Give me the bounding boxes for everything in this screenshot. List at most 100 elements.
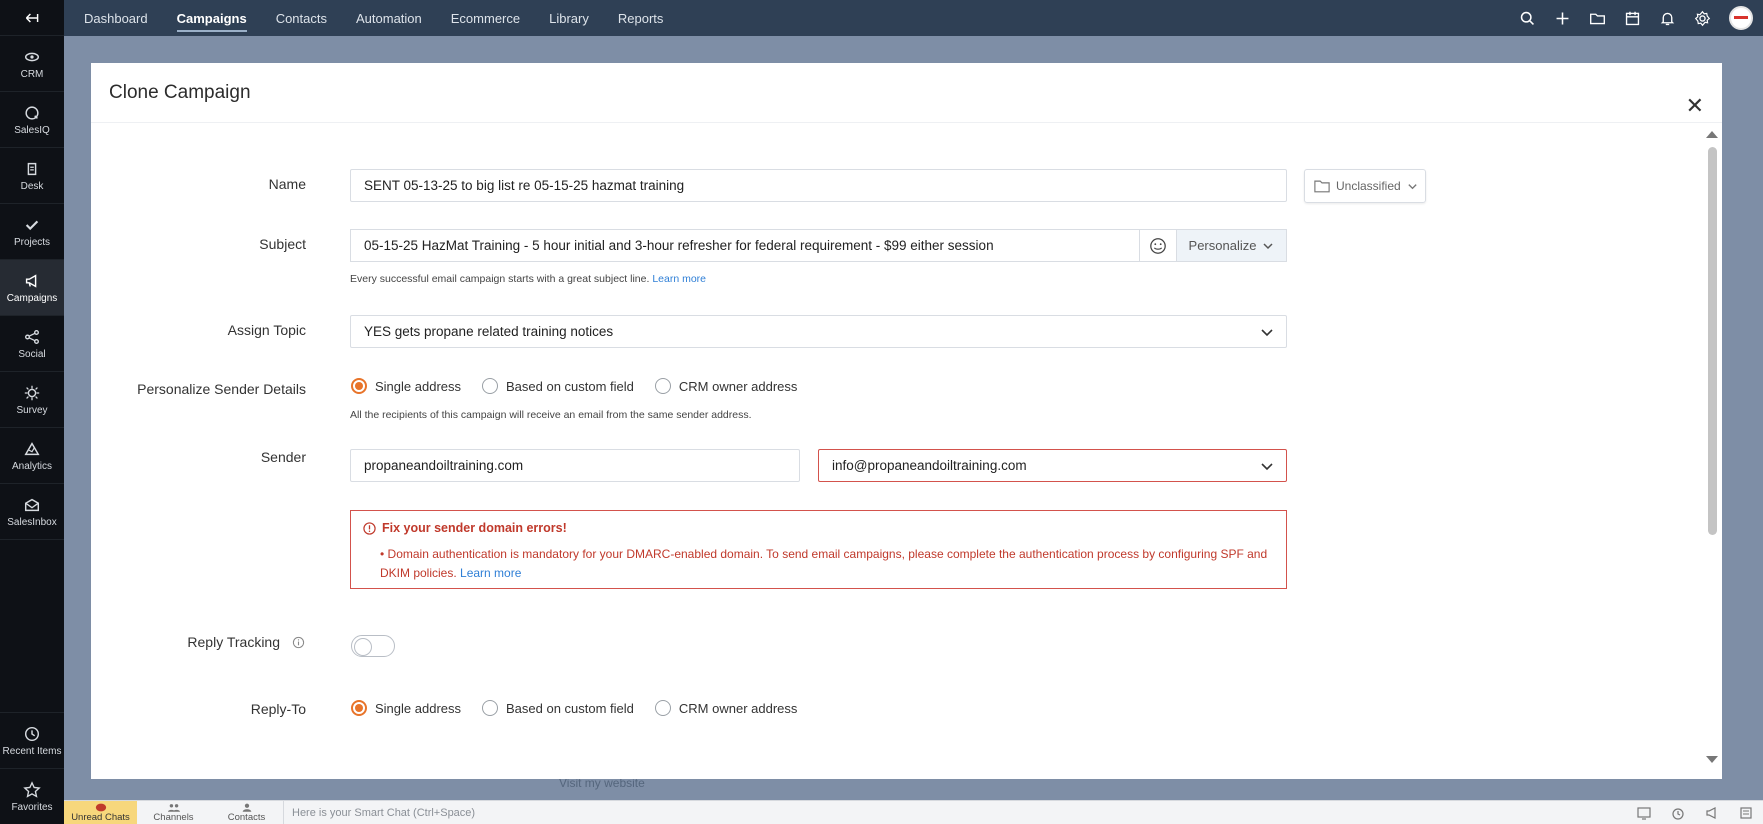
chat-bubble-icon (95, 803, 106, 811)
radio-button[interactable] (482, 700, 498, 716)
tab-library[interactable]: Library (549, 5, 589, 32)
check-icon (25, 220, 39, 230)
plus-icon[interactable] (1554, 10, 1571, 27)
rail-item-crm[interactable]: CRM (0, 36, 64, 92)
group-icon (167, 803, 180, 812)
salesiq-icon (25, 105, 39, 120)
survey-icon (24, 385, 40, 400)
radio-crm-owner[interactable]: CRM owner address (654, 700, 798, 716)
modal-header: Clone Campaign (91, 63, 1722, 123)
error-title: Fix your sender domain errors! (363, 521, 567, 535)
crm-icon (24, 52, 40, 61)
chevron-down-icon (1261, 462, 1273, 470)
sender-domain-input[interactable]: propaneandoiltraining.com (350, 449, 800, 482)
campaign-name-input[interactable]: SENT 05-13-25 to big list re 05-15-25 ha… (350, 169, 1287, 202)
personalize-button[interactable]: Personalize (1176, 230, 1286, 261)
emoji-button[interactable] (1139, 230, 1176, 261)
search-icon[interactable] (1519, 10, 1536, 27)
calendar-icon[interactable] (1624, 10, 1641, 27)
campaign-name-value: SENT 05-13-25 to big list re 05-15-25 ha… (364, 178, 685, 193)
sender-label: Sender (260, 449, 306, 465)
collapse-rail-button[interactable] (0, 0, 64, 36)
radio-button[interactable] (654, 700, 671, 716)
gear-icon[interactable] (1694, 10, 1711, 27)
radio-label: Single address (375, 378, 461, 394)
desk-icon (27, 162, 37, 175)
notes-icon[interactable] (1739, 806, 1753, 820)
unread-chats-button[interactable]: Unread Chats (64, 801, 137, 824)
folder-dropdown[interactable]: Unclassified (1304, 169, 1426, 203)
screen-share-icon[interactable] (1637, 806, 1651, 820)
rail-item-label: Analytics (11, 460, 52, 472)
radio-button[interactable] (351, 378, 367, 394)
rail-item-social[interactable]: Social (0, 316, 64, 372)
error-message: • Domain authentication is mandatory for… (380, 547, 1268, 580)
chevron-down-icon (1408, 183, 1417, 189)
radio-custom-field[interactable]: Based on custom field (482, 378, 634, 394)
sender-email-dropdown[interactable]: info@propaneandoiltraining.com (818, 449, 1287, 482)
close-icon[interactable]: ✕ (1686, 95, 1704, 117)
radio-button[interactable] (351, 700, 367, 716)
channels-label: Channels (153, 811, 194, 823)
history-icon (24, 726, 40, 741)
channels-button[interactable]: Channels (137, 801, 210, 824)
radio-label: CRM owner address (678, 700, 798, 716)
bell-icon[interactable] (1659, 10, 1676, 27)
tab-dashboard[interactable]: Dashboard (84, 5, 148, 32)
rail-item-label: Favorites (11, 801, 53, 813)
chevron-down-icon (1263, 242, 1273, 249)
avatar[interactable] (1729, 6, 1753, 30)
rail-item-favorites[interactable]: Favorites (0, 768, 64, 824)
info-icon[interactable] (292, 636, 305, 649)
learn-more-link[interactable]: Learn more (652, 273, 706, 285)
alarm-icon[interactable] (1671, 806, 1685, 820)
megaphone-icon (25, 273, 37, 288)
rail-item-survey[interactable]: Survey (0, 372, 64, 428)
rail-item-desk[interactable]: Desk (0, 148, 64, 204)
rail-item-campaigns[interactable]: Campaigns (0, 260, 64, 316)
tab-reports[interactable]: Reports (618, 5, 664, 32)
smart-chat-input[interactable]: Here is your Smart Chat (Ctrl+Space) (283, 801, 1637, 824)
reply-to-radio-group: Single address Based on custom field CRM… (351, 700, 818, 716)
rail-item-label: Recent Items (2, 745, 62, 757)
radio-button[interactable] (654, 378, 671, 394)
radio-crm-owner[interactable]: CRM owner address (654, 378, 798, 394)
rail-item-recent[interactable]: Recent Items (0, 712, 64, 768)
radio-single-address[interactable]: Single address (351, 700, 461, 716)
reply-tracking-toggle[interactable] (351, 635, 395, 657)
topic-dropdown[interactable]: YES gets propane related training notice… (350, 315, 1287, 348)
clone-campaign-modal: Clone Campaign ✕ Name SENT 05-13-25 to b… (91, 63, 1722, 779)
rail-item-analytics[interactable]: Analytics (0, 428, 64, 484)
subject-hint-text: Every successful email campaign starts w… (350, 273, 650, 285)
tab-automation[interactable]: Automation (356, 5, 422, 32)
contacts-button[interactable]: Contacts (210, 801, 283, 824)
tab-contacts[interactable]: Contacts (276, 5, 327, 32)
rail-item-projects[interactable]: Projects (0, 204, 64, 260)
rail-item-label: Social (18, 348, 46, 360)
modal-scrollbar[interactable] (1706, 129, 1718, 779)
radio-single-address[interactable]: Single address (351, 378, 461, 394)
contacts-label: Contacts (227, 811, 266, 823)
scroll-up-icon[interactable] (1706, 131, 1718, 138)
radio-button[interactable] (482, 378, 498, 394)
radio-label: CRM owner address (678, 378, 798, 394)
rail-item-label: SalesIQ (14, 124, 50, 136)
learn-more-link[interactable]: Learn more (460, 566, 521, 580)
radio-label: Based on custom field (506, 378, 634, 394)
tab-ecommerce[interactable]: Ecommerce (451, 5, 520, 32)
rail-item-salesiq[interactable]: SalesIQ (0, 92, 64, 148)
personalize-label: Personalize (1188, 238, 1257, 253)
subject-input[interactable]: 05-15-25 HazMat Training - 5 hour initia… (351, 230, 1139, 261)
top-navigation: Dashboard Campaigns Contacts Automation … (64, 0, 1763, 36)
radio-custom-field[interactable]: Based on custom field (482, 700, 634, 716)
megaphone-icon[interactable] (1705, 806, 1719, 820)
rail-item-salesinbox[interactable]: SalesInbox (0, 484, 64, 540)
back-arrow-icon (25, 12, 39, 23)
scroll-down-icon[interactable] (1706, 756, 1718, 763)
rail-item-label: Survey (16, 404, 48, 416)
tab-campaigns[interactable]: Campaigns (176, 5, 247, 32)
sender-details-hint: All the recipients of this campaign will… (350, 409, 752, 421)
subject-value: 05-15-25 HazMat Training - 5 hour initia… (364, 238, 994, 253)
scroll-thumb[interactable] (1708, 147, 1717, 535)
folder-icon[interactable] (1589, 10, 1606, 27)
